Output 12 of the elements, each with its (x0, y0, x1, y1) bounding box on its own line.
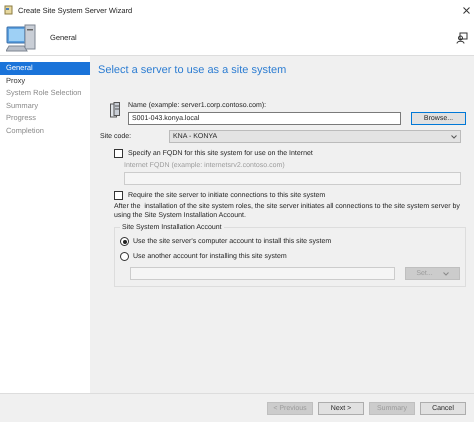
section-heading: Select a server to use as a site system (98, 64, 288, 76)
wizard-icon (4, 5, 13, 15)
checkbox[interactable] (114, 149, 123, 158)
chevron-down-icon (442, 272, 449, 276)
person-screen-icon (456, 32, 468, 44)
computer-icon (6, 24, 36, 52)
close-icon[interactable] (463, 6, 470, 14)
radio-button[interactable] (120, 252, 129, 261)
server-icon (110, 102, 120, 118)
checkbox[interactable] (114, 191, 123, 200)
radio-button[interactable] (120, 237, 129, 246)
chevron-down-icon (451, 134, 457, 138)
